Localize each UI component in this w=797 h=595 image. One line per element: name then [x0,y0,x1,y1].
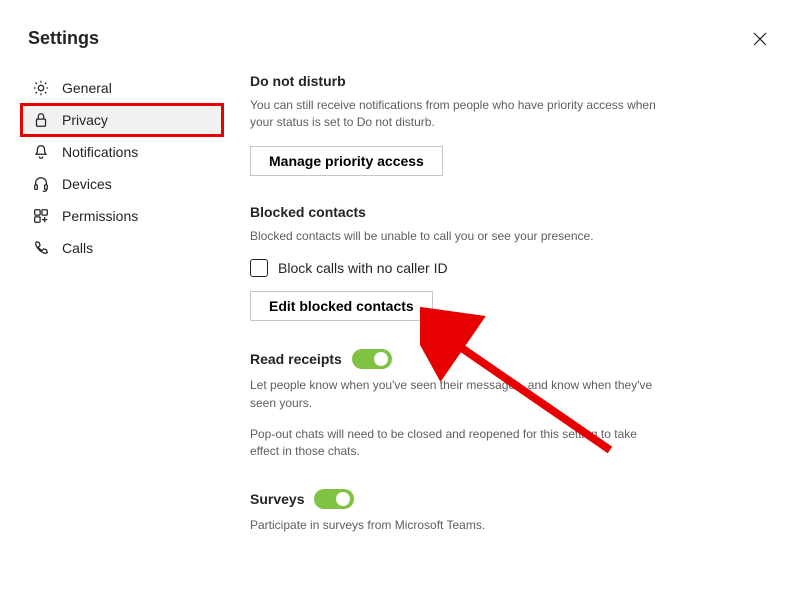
edit-blocked-contacts-button[interactable]: Edit blocked contacts [250,291,433,321]
blocked-contacts-section: Blocked contacts Blocked contacts will b… [250,204,662,321]
sidebar-item-notifications[interactable]: Notifications [22,137,222,167]
section-desc: Blocked contacts will be unable to call … [250,228,662,245]
sidebar-item-label: Privacy [62,112,108,128]
close-icon[interactable] [751,30,769,48]
sidebar-item-general[interactable]: General [22,73,222,103]
surveys-section: Surveys Participate in surveys from Micr… [250,489,662,534]
sidebar-item-label: Devices [62,176,112,192]
settings-sidebar: General Privacy Notifications Devices Pe… [22,73,222,562]
sidebar-item-privacy[interactable]: Privacy [22,105,222,135]
section-title: Read receipts [250,351,342,367]
section-title: Blocked contacts [250,204,662,220]
page-title: Settings [28,28,99,49]
settings-content: Do not disturb You can still receive not… [222,73,702,562]
bell-icon [32,143,50,161]
sidebar-item-devices[interactable]: Devices [22,169,222,199]
phone-icon [32,239,50,257]
sidebar-item-label: Notifications [62,144,138,160]
do-not-disturb-section: Do not disturb You can still receive not… [250,73,662,176]
apps-icon [32,207,50,225]
block-no-caller-id-row: Block calls with no caller ID [250,259,662,277]
section-desc: You can still receive notifications from… [250,97,662,132]
checkbox-label: Block calls with no caller ID [278,260,448,276]
sidebar-item-permissions[interactable]: Permissions [22,201,222,231]
section-desc: Let people know when you've seen their m… [250,377,662,412]
sidebar-item-label: Permissions [62,208,138,224]
headset-icon [32,175,50,193]
lock-icon [32,111,50,129]
surveys-toggle[interactable] [314,489,354,509]
read-receipts-section: Read receipts Let people know when you'v… [250,349,662,461]
sidebar-item-label: Calls [62,240,93,256]
section-title: Surveys [250,491,304,507]
block-no-caller-id-checkbox[interactable] [250,259,268,277]
sidebar-item-calls[interactable]: Calls [22,233,222,263]
gear-icon [32,79,50,97]
manage-priority-access-button[interactable]: Manage priority access [250,146,443,176]
section-desc: Pop-out chats will need to be closed and… [250,426,662,461]
settings-header: Settings [0,0,797,73]
section-title: Do not disturb [250,73,662,89]
section-desc: Participate in surveys from Microsoft Te… [250,517,662,534]
read-receipts-toggle[interactable] [352,349,392,369]
sidebar-item-label: General [62,80,112,96]
